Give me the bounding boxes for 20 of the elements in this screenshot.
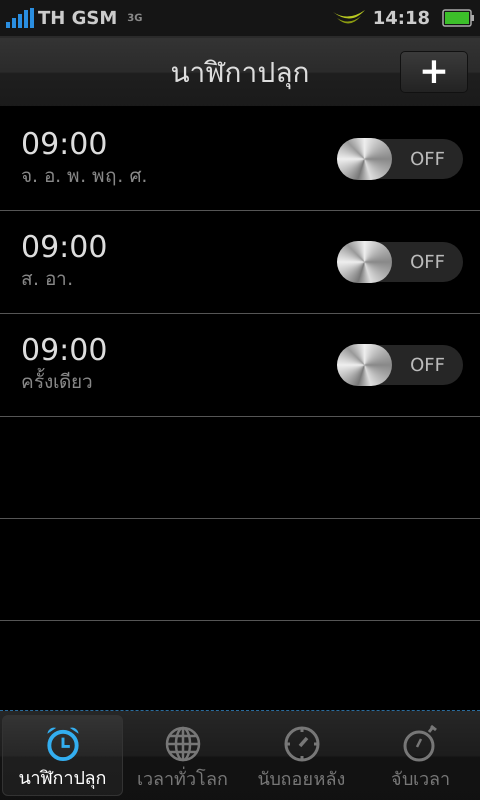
alarm-time: 09:00 [21, 334, 108, 368]
alarm-repeat-days: ส. อา. [21, 265, 337, 293]
screen-title: นาฬิกาปลุก [170, 55, 310, 92]
alarm-repeat-days: ครั้งเดียว [21, 368, 337, 396]
tab[interactable]: นาฬิกาปลุก [2, 715, 123, 796]
tab[interactable]: นับถอยหลัง [242, 715, 361, 796]
carrier-name: TH GSM [38, 8, 118, 28]
alarm-toggle[interactable]: OFF [337, 139, 463, 179]
add-alarm-button[interactable]: + [400, 51, 468, 93]
tab[interactable]: จับเวลา [361, 715, 480, 796]
clock-time: 14:18 [372, 8, 430, 28]
signal-icon [6, 8, 34, 28]
alarm-toggle[interactable]: OFF [337, 345, 463, 385]
alarm-toggle[interactable]: OFF [337, 242, 463, 282]
battery-icon [442, 9, 474, 27]
alarm-time: 09:00 [21, 128, 108, 162]
tab[interactable]: เวลาทั่วโลก [123, 715, 242, 796]
network-type: 3G [127, 14, 142, 22]
alarm-time: 09:00 [21, 231, 108, 265]
alarm-repeat-days: จ. อ. พ. พฤ. ศ. [21, 162, 337, 190]
